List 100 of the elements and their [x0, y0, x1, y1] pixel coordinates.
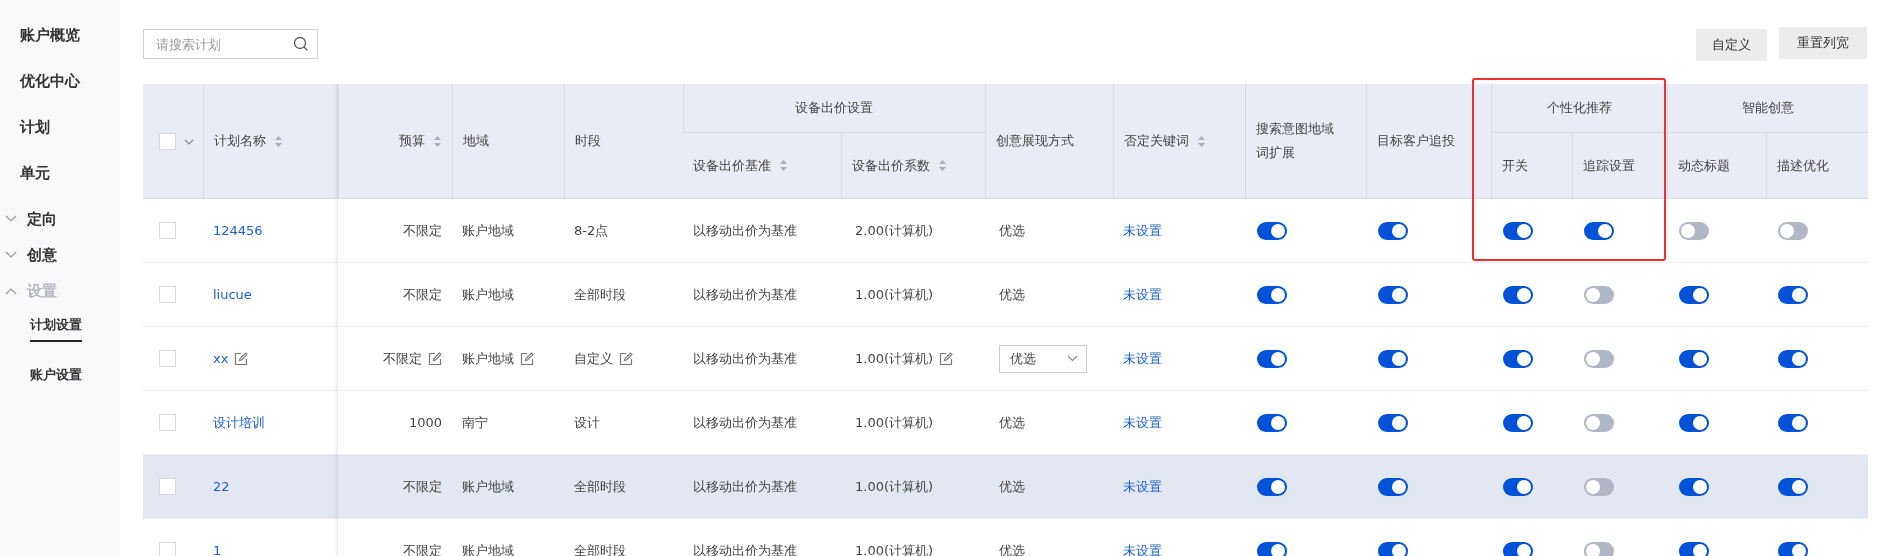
toggle-switch[interactable] [1257, 541, 1287, 556]
toggle-switch[interactable] [1257, 477, 1287, 496]
column-header: 智能创意 [1741, 99, 1794, 117]
toggle-switch[interactable] [1778, 349, 1808, 368]
toolbar-button[interactable]: 自定义 [1696, 29, 1767, 61]
row-checkbox[interactable] [159, 478, 176, 495]
table-row[interactable]: 设计培训 1000 南宁 设计 以移动出价为基准 1.00(计算机) 优选 未设置 [143, 390, 1868, 455]
toggle-switch[interactable] [1378, 221, 1408, 240]
toggle-switch[interactable] [1778, 285, 1808, 304]
column-header: 创意展现方式 [995, 132, 1074, 150]
toggle-switch[interactable] [1378, 349, 1408, 368]
toggle-switch[interactable] [1257, 285, 1287, 304]
table-cell: 1.00(计算机) [855, 285, 934, 304]
toggle-switch[interactable] [1679, 221, 1709, 240]
edit-icon[interactable] [939, 351, 954, 366]
toggle-switch[interactable] [1679, 477, 1709, 496]
column-header: 描述优化 [1776, 156, 1829, 175]
table-cell: 优选 [999, 285, 1025, 304]
row-checkbox[interactable] [159, 542, 176, 556]
toggle-switch[interactable] [1778, 221, 1808, 240]
link-text[interactable]: 未设置 [1123, 541, 1162, 556]
column-header: 时段 [574, 132, 601, 150]
toggle-switch[interactable] [1584, 285, 1614, 304]
nav-item[interactable]: 账户概览 [0, 22, 120, 68]
table-cell: 优选 [999, 413, 1025, 432]
row-checkbox[interactable] [159, 286, 176, 303]
toggle-switch[interactable] [1378, 477, 1408, 496]
table-cell: 以移动出价为基准 [693, 541, 797, 556]
toggle-switch[interactable] [1679, 541, 1709, 556]
table-row[interactable]: xx 不限定 账户地域 自定义 以移动出价为基准 1.00(计算机) 优选 未设置 [143, 326, 1868, 391]
toggle-switch[interactable] [1679, 285, 1709, 304]
table-row[interactable]: 22 不限定 账户地域 全部时段 以移动出价为基准 1.00(计算机) 优选 未设置 [143, 454, 1868, 519]
table-cell: 自定义 [574, 349, 613, 368]
toggle-switch[interactable] [1778, 413, 1808, 432]
table-cell: 全部时段 [574, 285, 626, 304]
link-text[interactable]: 未设置 [1123, 413, 1162, 432]
link-text[interactable]: 设计培训 [213, 413, 265, 432]
table-cell: 不限定 [403, 221, 442, 240]
toggle-switch[interactable] [1503, 477, 1533, 496]
chevron-icon [5, 287, 17, 295]
row-checkbox[interactable] [159, 222, 176, 239]
link-text[interactable]: 未设置 [1123, 477, 1162, 496]
link-text[interactable]: 未设置 [1123, 285, 1162, 304]
nav-item[interactable]: 计划 [0, 114, 120, 160]
toggle-switch[interactable] [1584, 221, 1614, 240]
toggle-switch[interactable] [1503, 413, 1533, 432]
link-text[interactable]: 1 [213, 543, 222, 556]
edit-icon[interactable] [428, 351, 442, 366]
column-header: 地域 [462, 132, 489, 150]
toggle-switch[interactable] [1679, 349, 1709, 368]
table-cell: 1.00(计算机) [855, 413, 934, 432]
table-row[interactable]: 1 不限定 账户地域 全部时段 以移动出价为基准 1.00(计算机) 优选 未设置 [143, 518, 1868, 556]
link-text[interactable]: 124456 [213, 223, 263, 238]
toggle-switch[interactable] [1679, 413, 1709, 432]
edit-icon[interactable] [619, 351, 633, 366]
toolbar-button[interactable]: 重置列宽 [1779, 27, 1867, 59]
link-text[interactable]: 22 [213, 479, 230, 494]
row-checkbox[interactable] [159, 350, 176, 367]
column-header: 设备出价基准 [693, 156, 771, 175]
link-text[interactable]: 未设置 [1123, 221, 1162, 240]
table-row[interactable]: liucue 不限定 账户地域 全部时段 以移动出价为基准 1.00(计算机) 优选 未设置 [143, 262, 1868, 327]
toggle-switch[interactable] [1378, 413, 1408, 432]
toggle-switch[interactable] [1378, 285, 1408, 304]
toggle-switch[interactable] [1584, 541, 1614, 556]
toggle-switch[interactable] [1257, 349, 1287, 368]
column-header: 个性化推荐 [1546, 99, 1612, 117]
link-text[interactable]: liucue [213, 287, 252, 302]
toggle-switch[interactable] [1378, 541, 1408, 556]
edit-icon[interactable] [234, 351, 249, 366]
table-cell: 设计 [574, 413, 600, 432]
nav-item[interactable]: 优化中心 [0, 68, 120, 114]
column-header: 追踪设置 [1582, 156, 1635, 175]
nav-subitem[interactable]: 计划设置 [30, 316, 82, 342]
dropdown[interactable]: 优选 [999, 344, 1087, 373]
table-cell: 不限定 [403, 285, 442, 304]
toggle-switch[interactable] [1503, 285, 1533, 304]
toggle-switch[interactable] [1503, 349, 1533, 368]
toggle-switch[interactable] [1257, 413, 1287, 432]
select-all-checkbox[interactable] [159, 132, 176, 150]
toggle-switch[interactable] [1503, 221, 1533, 240]
link-text[interactable]: xx [213, 351, 229, 366]
row-checkbox[interactable] [159, 414, 176, 431]
nav-subitem[interactable]: 账户设置 [30, 366, 82, 392]
column-header: 动态标题 [1677, 156, 1730, 175]
table-cell: 优选 [999, 541, 1025, 556]
edit-icon[interactable] [520, 351, 534, 366]
toggle-switch[interactable] [1584, 349, 1614, 368]
table-row[interactable]: 124456 不限定 账户地域 8-2点 以移动出价为基准 2.00(计算机) 优选 未设置 [143, 198, 1868, 263]
toggle-switch[interactable] [1778, 541, 1808, 556]
toggle-switch[interactable] [1778, 477, 1808, 496]
toggle-switch[interactable] [1584, 413, 1614, 432]
toggle-switch[interactable] [1257, 221, 1287, 240]
column-header: 设备出价系数 [851, 156, 930, 175]
toggle-switch[interactable] [1503, 541, 1533, 556]
column-header: 否定关键词 [1123, 132, 1189, 150]
table-cell: 账户地域 [462, 285, 514, 304]
search-field[interactable]: 请搜索计划 [143, 29, 318, 59]
table-cell: 账户地域 [462, 349, 514, 368]
link-text[interactable]: 未设置 [1123, 349, 1162, 368]
toggle-switch[interactable] [1584, 477, 1614, 496]
